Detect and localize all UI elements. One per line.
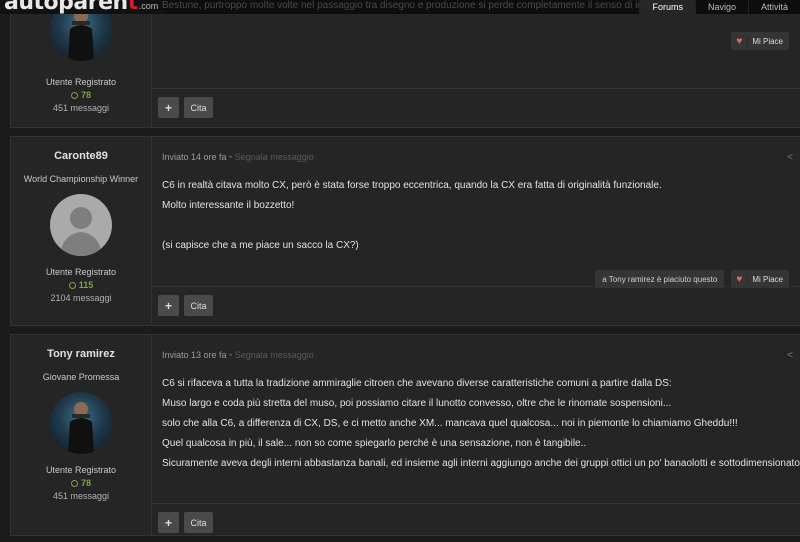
report-link[interactable]: • Segnala messaggio xyxy=(227,350,314,360)
logo-text: autoparent xyxy=(4,0,138,14)
top-bar: autoparent .com Bestune, purtroppo molte… xyxy=(0,0,800,14)
share-icon[interactable]: < xyxy=(787,152,793,163)
post-line: Muso largo e coda più stretta del muso, … xyxy=(162,398,672,409)
nav-forums[interactable]: Forums xyxy=(639,0,695,14)
quote-button[interactable]: Cita xyxy=(184,97,213,118)
site-logo[interactable]: autoparent .com xyxy=(0,0,165,14)
post-line: solo che alla C6, a differenza di CX, DS… xyxy=(162,418,738,429)
heart-icon: ♥ xyxy=(731,273,749,285)
user-group: Utente Registrato xyxy=(45,77,117,87)
user-group: Utente Registrato xyxy=(45,465,117,475)
reputation: 78 xyxy=(11,478,151,488)
nav-attivita[interactable]: Attività xyxy=(747,0,800,14)
post: Utente Registrato 78 451 messaggi ♥ Mi Pi… xyxy=(10,0,800,128)
post-body: C6 si rifaceva a tutta la tradizione amm… xyxy=(162,374,800,474)
report-link[interactable]: • Segnala messaggio xyxy=(227,152,314,162)
post: Tony ramirez Giovane Promessa Utente Reg… xyxy=(10,334,800,536)
reputation-icon xyxy=(70,92,78,99)
main-nav: Forums Navigo Attività xyxy=(639,0,800,14)
multiquote-button[interactable]: + xyxy=(158,512,179,533)
message-count: 451 messaggi xyxy=(52,491,110,501)
post-meta: Inviato 14 ore fa • Segnala messaggio < xyxy=(162,152,800,163)
user-group: Utente Registrato xyxy=(45,267,117,277)
post-footer: + Cita xyxy=(152,88,800,127)
nav-navigo[interactable]: Navigo xyxy=(694,0,748,14)
message-count: 2104 messaggi xyxy=(50,293,112,303)
post-date[interactable]: Inviato 13 ore fa xyxy=(162,350,227,360)
post-body: C6 in realtà citava molto CX, però è sta… xyxy=(162,176,800,256)
post-line: (si capisce che a me piace un sacco la C… xyxy=(162,240,359,251)
quote-button[interactable]: Cita xyxy=(184,512,213,533)
avatar[interactable] xyxy=(50,194,112,256)
post-footer: + Cita xyxy=(152,286,800,325)
avatar[interactable] xyxy=(50,392,112,454)
message-count: 451 messaggi xyxy=(52,103,110,113)
post-line: Quel qualcosa in più, il sale... non so … xyxy=(162,438,587,449)
post-line: C6 in realtà citava molto CX, però è sta… xyxy=(162,180,662,191)
post-date[interactable]: Inviato 14 ore fa xyxy=(162,152,227,162)
username[interactable]: Caronte89 xyxy=(11,150,151,162)
share-icon[interactable]: < xyxy=(787,350,793,361)
post-line xyxy=(162,216,800,236)
likes-row: ♥ Mi Piace xyxy=(731,32,789,50)
quote-button[interactable]: Cita xyxy=(184,295,213,316)
avatar-image xyxy=(68,402,94,454)
user-pane: Utente Registrato 78 451 messaggi xyxy=(11,0,152,127)
logo-suffix: .com xyxy=(138,1,159,11)
like-button[interactable]: ♥ Mi Piace xyxy=(731,32,789,50)
username[interactable]: Tony ramirez xyxy=(11,348,151,360)
post-meta: Inviato 13 ore fa • Segnala messaggio < xyxy=(162,350,800,361)
post-line: Molto interessante il bozzetto! xyxy=(162,200,295,211)
multiquote-button[interactable]: + xyxy=(158,97,179,118)
user-pane: Tony ramirez Giovane Promessa Utente Reg… xyxy=(11,335,152,535)
user-title: World Championship Winner xyxy=(23,174,139,184)
reputation-icon xyxy=(68,282,76,289)
user-pane: Caronte89 World Championship Winner Uten… xyxy=(11,137,152,325)
multiquote-button[interactable]: + xyxy=(158,295,179,316)
post-content: Inviato 14 ore fa • Segnala messaggio < … xyxy=(162,137,800,256)
reputation: 78 xyxy=(11,90,151,100)
post-line: Sicuramente aveva degli interni abbastan… xyxy=(162,458,800,469)
post-footer: + Cita xyxy=(152,503,800,542)
post-content: Inviato 13 ore fa • Segnala messaggio < … xyxy=(162,335,800,474)
post: Caronte89 World Championship Winner Uten… xyxy=(10,136,800,326)
default-avatar-icon xyxy=(60,207,102,256)
user-title: Giovane Promessa xyxy=(42,372,120,382)
heart-icon: ♥ xyxy=(731,35,749,47)
reputation-icon xyxy=(70,480,78,487)
post-line: C6 si rifaceva a tutta la tradizione amm… xyxy=(162,378,672,389)
reputation: 115 xyxy=(11,280,151,290)
previous-post-text: Bestune, purtroppo molte volte nel passa… xyxy=(162,0,654,11)
